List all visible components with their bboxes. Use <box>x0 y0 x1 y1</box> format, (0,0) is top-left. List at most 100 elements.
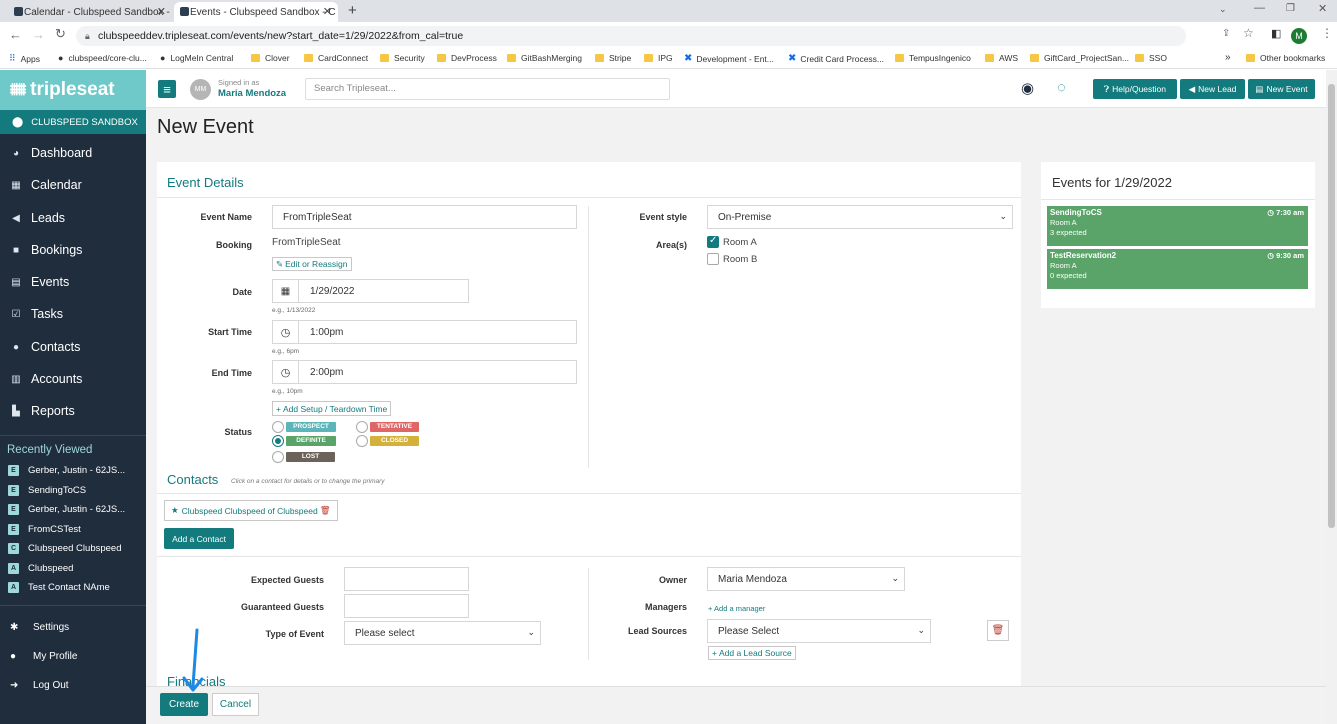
minimize-window-icon[interactable]: — <box>1254 2 1265 14</box>
start-time-input[interactable]: ◷ 1:00pm <box>272 320 577 344</box>
recent-item[interactable]: E Gerber, Justin - 62JS... <box>8 504 125 515</box>
profile-avatar[interactable]: M <box>1291 28 1307 44</box>
sidebar-item-contacts[interactable]: ● Contacts <box>0 332 146 362</box>
delete-lead-source-button[interactable]: 🗑︎ <box>987 620 1009 641</box>
event-name-input[interactable]: FromTripleSeat <box>272 205 577 229</box>
chat-icon[interactable]: ◌ <box>1057 79 1066 96</box>
sidebar-item-events[interactable]: ▤ Events <box>0 267 146 297</box>
browser-tab-active[interactable]: Events - Clubspeed Sandbox - C ✕ <box>174 2 338 22</box>
close-window-icon[interactable]: ✕ <box>1318 2 1327 15</box>
cancel-button[interactable]: Cancel <box>212 693 259 716</box>
sidebar-item-leads[interactable]: ◀ Leads <box>0 203 146 233</box>
search-input[interactable]: Search Tripleseat... <box>305 78 670 100</box>
forward-arrow-icon[interactable]: → <box>32 27 45 42</box>
bookmark-logmein[interactable]: ● LogMeIn Central <box>160 53 233 63</box>
bookmark-folder[interactable]: GiftCard_ProjectSan... <box>1030 53 1129 63</box>
recent-item[interactable]: A Clubspeed <box>8 563 73 574</box>
globe-icon[interactable]: ◉ <box>1021 79 1034 97</box>
recent-item[interactable]: C Clubspeed Clubspeed <box>8 543 121 554</box>
guaranteed-guests-input[interactable] <box>344 594 469 618</box>
tab-search-icon[interactable]: ⌄ <box>1219 4 1227 15</box>
status-radio-lost[interactable] <box>272 451 284 463</box>
add-contact-button[interactable]: Add a Contact <box>164 528 234 549</box>
recent-item[interactable]: E Gerber, Justin - 62JS... <box>8 465 125 476</box>
status-radio-closed[interactable] <box>356 435 368 447</box>
sidebar-item-accounts[interactable]: ▥ Accounts <box>0 364 146 394</box>
recent-item[interactable]: A Test Contact NAme <box>8 582 110 593</box>
bookmark-folder[interactable]: Clover <box>251 53 290 63</box>
create-button[interactable]: Create <box>160 693 208 716</box>
bookmark-folder[interactable]: DevProcess <box>437 53 497 63</box>
sidebar-item-dashboard[interactable]: ◕ Dashboard <box>0 138 146 168</box>
type-of-event-select[interactable]: Please select ⌄ <box>344 621 541 645</box>
close-tab-icon[interactable]: ✕ <box>157 5 166 18</box>
url-text: clubspeeddev.tripleseat.com/events/new?s… <box>98 30 464 42</box>
add-lead-source-button[interactable]: + Add a Lead Source <box>708 646 796 660</box>
location-selector[interactable]: ⬤ CLUBSPEED SANDBOX <box>0 110 146 134</box>
new-lead-button[interactable]: ◀ New Lead <box>1180 79 1245 99</box>
more-bookmarks-button[interactable]: » <box>1225 52 1231 63</box>
close-tab-icon[interactable]: ✕ <box>323 5 332 18</box>
event-card[interactable]: SendingToCS ◷ 7:30 am Room A 3 expected <box>1047 206 1308 246</box>
bookmark-github[interactable]: ● clubspeed/core-clu... <box>58 53 147 63</box>
sidebar-item-settings[interactable]: ✱ Settings <box>10 622 69 633</box>
bookmark-folder[interactable]: Security <box>380 53 425 63</box>
bookmark-folder[interactable]: AWS <box>985 53 1018 63</box>
status-radio-prospect[interactable] <box>272 421 284 433</box>
bookmark-folder[interactable]: Stripe <box>595 53 631 63</box>
sidebar-item-log-out[interactable]: ➜ Log Out <box>10 680 69 691</box>
new-event-button[interactable]: ▤ New Event <box>1248 79 1315 99</box>
bookmark-folder[interactable]: SSO <box>1135 53 1167 63</box>
add-manager-link[interactable]: + Add a manager <box>708 604 765 613</box>
bookmark-confluence[interactable]: ✖ Credit Card Process... <box>788 53 884 64</box>
bookmark-folder[interactable]: IPG <box>644 53 673 63</box>
managers-label: Managers <box>644 602 687 612</box>
maximize-window-icon[interactable]: ❐ <box>1286 3 1295 14</box>
contact-chip[interactable]: ★ Clubspeed Clubspeed of Clubspeed 🗑︎ <box>164 500 338 521</box>
bookmark-apps[interactable]: ⠿ Apps <box>9 53 40 64</box>
sidebar-item-bookings[interactable]: ■ Bookings <box>0 235 146 265</box>
bookmark-folder[interactable]: TempusIngenico <box>895 53 971 63</box>
event-style-select[interactable]: On-Premise ⌄ <box>707 205 1013 229</box>
sidebar-item-calendar[interactable]: ▦ Calendar <box>0 170 146 200</box>
bookmark-folder[interactable]: GitBashMerging <box>507 53 582 63</box>
event-style-label: Event style <box>639 212 687 222</box>
new-tab-button[interactable]: + <box>348 2 357 19</box>
expected-guests-input[interactable] <box>344 567 469 591</box>
help-question-button[interactable]: ❓︎ Help/Question <box>1093 79 1177 99</box>
share-icon[interactable]: ⇪ <box>1222 28 1230 39</box>
sidebar-item-my-profile[interactable]: ● My Profile <box>10 651 77 662</box>
avatar[interactable]: MM <box>190 79 211 100</box>
back-arrow-icon[interactable]: ← <box>9 27 22 42</box>
browser-tab[interactable]: Calendar - Clubspeed Sandbox - ✕ <box>8 2 172 22</box>
address-bar[interactable]: 🔒︎ clubspeeddev.tripleseat.com/events/ne… <box>76 26 1186 46</box>
date-input[interactable]: ▦ 1/29/2022 <box>272 279 469 303</box>
trash-icon[interactable]: 🗑︎ <box>320 505 331 516</box>
end-time-input[interactable]: ◷ 2:00pm <box>272 360 577 384</box>
lead-sources-select[interactable]: Please Select ⌄ <box>707 619 931 643</box>
add-setup-teardown-button[interactable]: + Add Setup / Teardown Time <box>272 401 392 416</box>
bookmark-star-icon[interactable]: ☆ <box>1243 26 1254 40</box>
status-radio-tentative[interactable] <box>356 421 368 433</box>
event-card[interactable]: TestReservation2 ◷ 9:30 am Room A 0 expe… <box>1047 249 1308 289</box>
other-bookmarks-folder[interactable]: Other bookmarks <box>1246 53 1325 63</box>
area-checkbox-room-a[interactable]: ✓ <box>707 235 719 248</box>
page-scrollbar[interactable] <box>1326 70 1337 724</box>
recent-item[interactable]: E SendingToCS <box>8 485 86 496</box>
sidebar-item-tasks[interactable]: ☑ Tasks <box>0 299 146 329</box>
bookmark-folder[interactable]: CardConnect <box>304 53 368 63</box>
browser-menu-icon[interactable]: ⋮ <box>1321 26 1333 40</box>
status-radio-definite[interactable] <box>272 435 284 447</box>
sidebar-item-reports[interactable]: ▙ Reports <box>0 396 146 426</box>
user-name-link[interactable]: Maria Mendoza <box>218 88 286 99</box>
menu-toggle-button[interactable]: ≡ <box>158 80 176 98</box>
scrollbar-thumb[interactable] <box>1328 84 1335 528</box>
area-checkbox-room-b[interactable] <box>707 253 719 265</box>
side-panel-icon[interactable]: ◧ <box>1271 27 1281 40</box>
owner-select[interactable]: Maria Mendoza ⌄ <box>707 567 905 591</box>
edit-reassign-button[interactable]: ✎ Edit or Reassign <box>272 257 352 271</box>
reload-icon[interactable]: ↻ <box>55 26 66 42</box>
tripleseat-logo[interactable]: ⩩⩩ tripleseat <box>0 70 146 110</box>
bookmark-confluence[interactable]: ✖ Development - Ent... <box>684 53 774 64</box>
recent-item[interactable]: E FromCSTest <box>8 524 81 535</box>
